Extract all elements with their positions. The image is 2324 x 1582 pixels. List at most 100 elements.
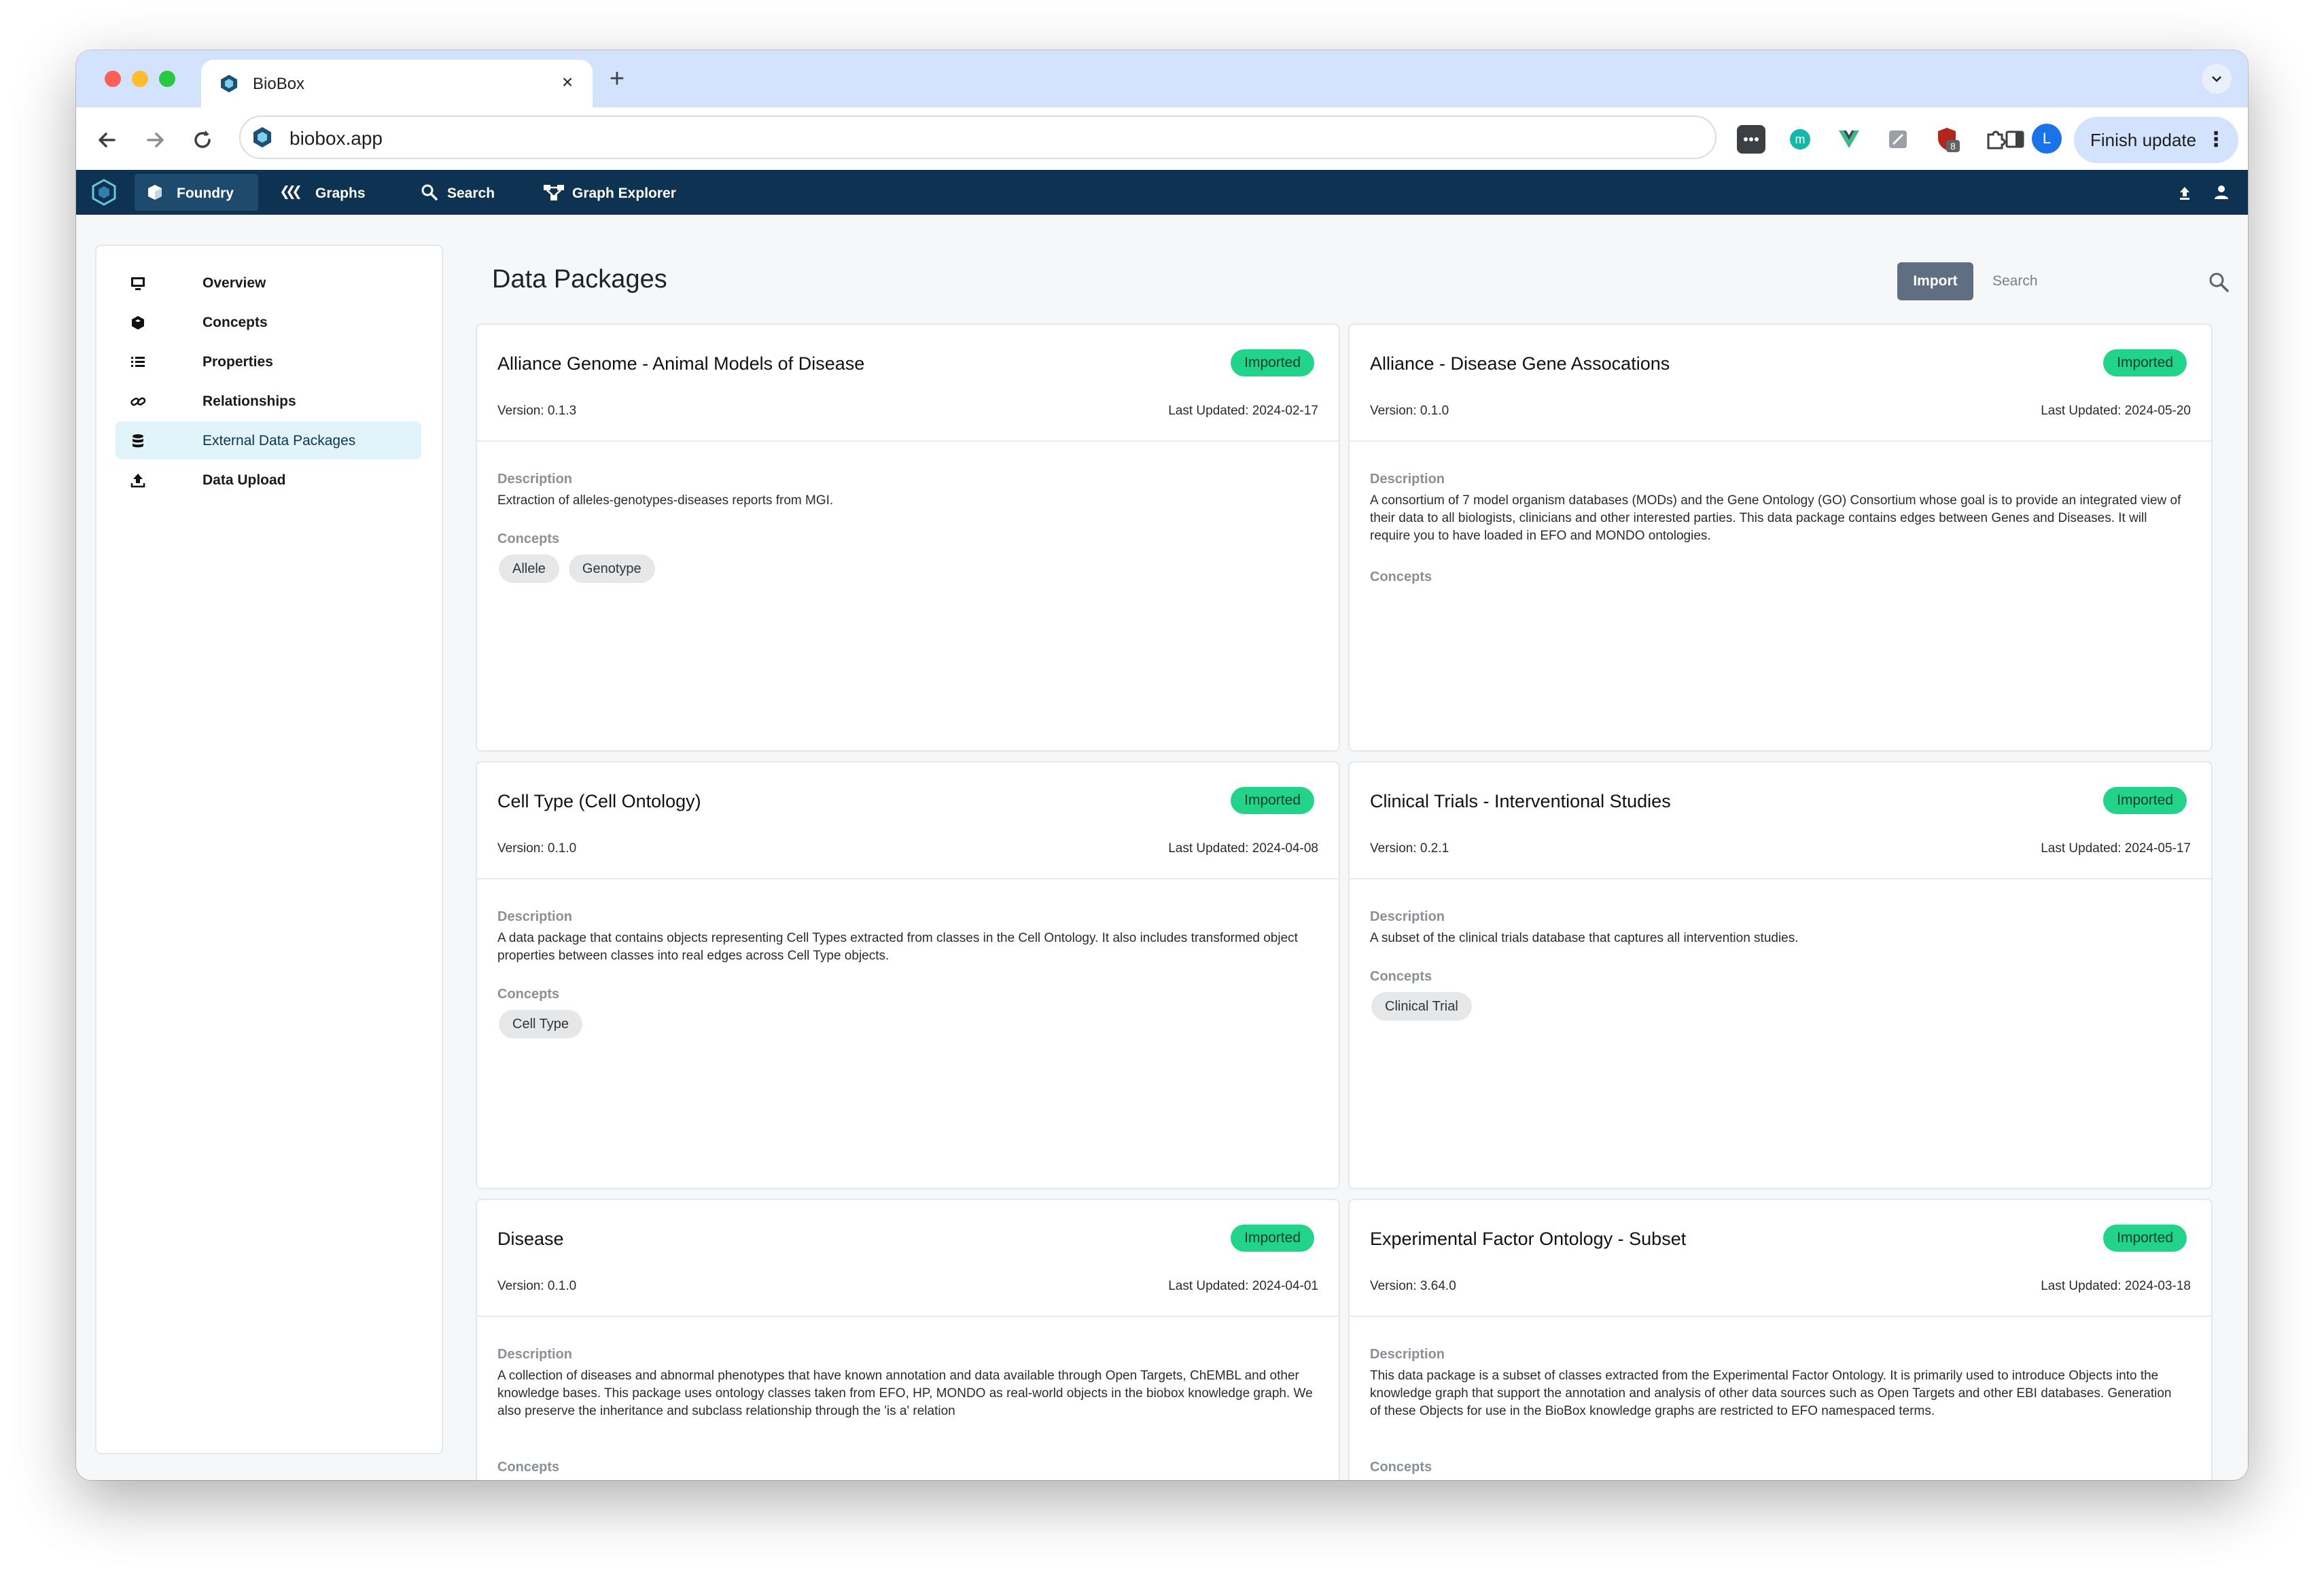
- data-package-card[interactable]: Experimental Factor Ontology - Subset Im…: [1348, 1199, 2213, 1480]
- sidebar-item-label: Concepts: [203, 315, 268, 330]
- concept-chips: Cell Type: [499, 1010, 592, 1038]
- import-button[interactable]: Import: [1897, 262, 1973, 300]
- more-vertical-icon[interactable]: ⋮: [2206, 117, 2226, 163]
- status-badge: Imported: [2103, 787, 2187, 814]
- card-version: Version: 3.64.0: [1370, 1279, 1456, 1293]
- status-badge: Imported: [1231, 1225, 1314, 1252]
- sidebar-item-label: Data Upload: [203, 472, 286, 488]
- nav-foundry-label: Foundry: [177, 186, 234, 201]
- card-last-updated: Last Updated: 2024-05-20: [2041, 404, 2191, 418]
- card-title: Experimental Factor Ontology - Subset: [1370, 1229, 1687, 1249]
- nav-graph-explorer[interactable]: Graph Explorer: [531, 174, 701, 211]
- sidebar-item-external-data-packages[interactable]: External Data Packages: [116, 421, 421, 459]
- card-last-updated: Last Updated: 2024-04-08: [1168, 841, 1318, 856]
- minimize-window-button[interactable]: [132, 71, 148, 87]
- browser-tab[interactable]: BioBox ×: [201, 60, 593, 107]
- sidebar-item-overview[interactable]: Overview: [116, 264, 421, 302]
- browser-window: BioBox × + biobox.app m 8 L Finish updat…: [76, 50, 2248, 1480]
- cube-icon: [148, 185, 162, 200]
- new-tab-button[interactable]: +: [602, 64, 632, 94]
- extension-m-icon[interactable]: m: [1786, 125, 1814, 154]
- package-search: [1986, 262, 2230, 300]
- card-version: Version: 0.1.0: [497, 1279, 577, 1293]
- concept-chips: Allele Genotype: [499, 555, 665, 583]
- nav-search[interactable]: Search: [409, 174, 511, 211]
- biobox-logo-icon[interactable]: [90, 178, 118, 207]
- card-title: Alliance - Disease Gene Assocations: [1370, 353, 1670, 374]
- side-panel-icon[interactable]: [2001, 125, 2029, 154]
- nav-foundry[interactable]: Foundry: [135, 174, 258, 211]
- tab-title: BioBox: [253, 75, 305, 93]
- description-label: Description: [497, 472, 573, 487]
- data-package-card[interactable]: Clinical Trials - Interventional Studies…: [1348, 761, 2213, 1189]
- sidebar-item-concepts[interactable]: Concepts: [116, 303, 421, 341]
- data-package-card[interactable]: Alliance Genome - Animal Models of Disea…: [476, 323, 1340, 752]
- card-title: Disease: [497, 1229, 564, 1249]
- sidebar-item-label: Relationships: [203, 393, 296, 409]
- search-icon[interactable]: [2207, 270, 2230, 294]
- database-icon: [133, 434, 143, 448]
- profile-avatar[interactable]: L: [2032, 124, 2062, 154]
- nav-graphs-label: Graphs: [315, 186, 366, 201]
- monitor-icon: [131, 277, 145, 290]
- data-package-card[interactable]: Disease Imported Version: 0.1.0 Last Upd…: [476, 1199, 1340, 1480]
- finish-update-label: Finish update: [2090, 130, 2197, 150]
- graph-explorer-icon: [544, 185, 564, 200]
- card-divider: [477, 1316, 1339, 1317]
- card-description: This data package is a subset of classes…: [1370, 1369, 2172, 1418]
- status-badge: Imported: [2103, 349, 2187, 376]
- upload-icon[interactable]: [2175, 182, 2195, 203]
- card-last-updated: Last Updated: 2024-03-18: [2041, 1279, 2191, 1293]
- address-bar[interactable]: biobox.app: [239, 116, 1716, 159]
- app-nav-bar: Foundry Graphs Search Graph Explorer: [76, 170, 2248, 215]
- description-label: Description: [1370, 472, 1445, 487]
- browser-toolbar: biobox.app m 8 L Finish update ⋮: [76, 107, 2248, 173]
- extension-badge-count: 8: [1950, 141, 1956, 152]
- data-package-card[interactable]: Cell Type (Cell Ontology) Imported Versi…: [476, 761, 1340, 1189]
- extension-puzzle-gray-icon[interactable]: [1884, 125, 1912, 154]
- card-divider: [1350, 878, 2211, 879]
- nav-graph-explorer-label: Graph Explorer: [572, 186, 676, 201]
- concept-chip[interactable]: Clinical Trial: [1371, 992, 1472, 1021]
- site-info-icon[interactable]: [250, 125, 275, 150]
- card-divider: [1350, 440, 2211, 442]
- extension-shield-icon[interactable]: 8: [1933, 125, 1961, 154]
- description-label: Description: [497, 909, 573, 924]
- back-arrow-icon[interactable]: [91, 124, 124, 156]
- tab-search-chevron-icon[interactable]: [2202, 64, 2232, 94]
- concept-chip[interactable]: Cell Type: [499, 1010, 583, 1038]
- close-window-button[interactable]: [105, 71, 121, 87]
- card-description: A collection of diseases and abnormal ph…: [497, 1369, 1313, 1418]
- reload-icon[interactable]: [186, 124, 219, 156]
- nav-search-label: Search: [447, 186, 495, 201]
- sidebar-item-label: External Data Packages: [203, 433, 356, 449]
- sidebar-item-label: Overview: [203, 275, 266, 291]
- concepts-label: Concepts: [497, 987, 560, 1002]
- tab-close-icon[interactable]: ×: [556, 71, 579, 94]
- description-label: Description: [1370, 1347, 1445, 1362]
- finish-update-button[interactable]: Finish update ⋮: [2074, 117, 2238, 163]
- sidebar: Overview Concepts Properties Relationshi…: [95, 245, 443, 1454]
- maximize-window-button[interactable]: [159, 71, 175, 87]
- concepts-label: Concepts: [497, 1460, 560, 1475]
- card-version: Version: 0.1.0: [497, 841, 577, 856]
- nav-graphs[interactable]: Graphs: [268, 174, 376, 211]
- sidebar-item-relationships[interactable]: Relationships: [116, 382, 421, 420]
- page-title: Data Packages: [492, 265, 667, 294]
- concepts-label: Concepts: [1370, 969, 1432, 984]
- concept-chip[interactable]: Allele: [499, 555, 559, 583]
- description-label: Description: [1370, 909, 1445, 924]
- vue-devtools-icon[interactable]: [1835, 125, 1863, 154]
- concept-chip[interactable]: Genotype: [568, 555, 655, 583]
- sidebar-item-data-upload[interactable]: Data Upload: [116, 461, 421, 499]
- status-badge: Imported: [1231, 787, 1314, 814]
- card-divider: [477, 878, 1339, 879]
- sidebar-item-label: Properties: [203, 354, 273, 370]
- search-input[interactable]: [1986, 262, 2189, 300]
- card-description: A subset of the clinical trials database…: [1370, 931, 1799, 945]
- sidebar-item-properties[interactable]: Properties: [116, 342, 421, 381]
- user-account-icon[interactable]: [2211, 182, 2232, 203]
- data-package-card[interactable]: Alliance - Disease Gene Assocations Impo…: [1348, 323, 2213, 752]
- extension-dots-icon[interactable]: [1737, 125, 1765, 154]
- forward-arrow-icon[interactable]: [139, 124, 171, 156]
